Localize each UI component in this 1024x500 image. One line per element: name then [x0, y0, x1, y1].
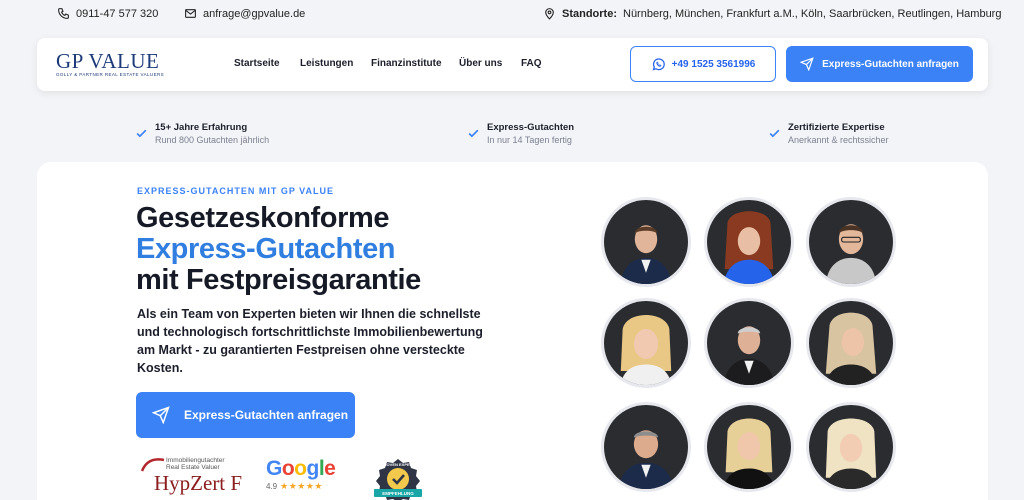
team-member-avatar: [601, 298, 691, 388]
hero-headline: Gesetzeskonforme Express-Gutachten mit F…: [136, 203, 421, 296]
nav-leistungen[interactable]: Leistungen: [300, 58, 353, 69]
headline-line-2: Express-Gutachten: [136, 233, 396, 265]
headline-line-1: Gesetzeskonforme: [136, 202, 390, 234]
headline-line-3: mit Festpreisgarantie: [136, 264, 421, 296]
mail-icon: [185, 9, 196, 18]
team-member-avatar: [806, 197, 896, 287]
check-icon: [136, 129, 147, 138]
feature-subtitle: Rund 800 Gutachten jährlich: [155, 135, 270, 145]
check-icon: [468, 129, 479, 138]
team-member-avatar: [704, 298, 794, 388]
contact-email[interactable]: anfrage@gpvalue.de: [184, 7, 305, 20]
hero-cta-button[interactable]: Express-Gutachten anfragen: [136, 392, 355, 438]
hero-lead: Als ein Team von Experten bieten wir Ihn…: [137, 307, 483, 375]
header-cta-button[interactable]: Express-Gutachten anfragen: [786, 46, 973, 82]
nav-ueber-uns[interactable]: Über uns: [459, 58, 502, 69]
locations-list: Nürnberg, München, Frankfurt a.M., Köln,…: [623, 7, 1002, 20]
contact-phone-text: 0911-47 577 320: [76, 7, 159, 20]
nav-finanzinstitute[interactable]: Finanzinstitute: [371, 58, 442, 69]
hypzert-line-1: Immobiliengutachter: [166, 457, 225, 464]
team-member-avatar: [601, 402, 691, 492]
feature-title: Express-Gutachten: [487, 122, 575, 133]
team-member-avatar: [806, 402, 896, 492]
feature-subtitle: In nur 14 Tagen fertig: [487, 135, 572, 145]
whatsapp-phone-button[interactable]: +49 1525 3561996: [630, 46, 776, 82]
check-icon: [769, 129, 780, 138]
hero-cta-label: Express-Gutachten anfragen: [184, 408, 349, 422]
logo-text: GP VALUE: [56, 49, 160, 73]
nav-faq[interactable]: FAQ: [521, 58, 542, 69]
hypzert-subtitle: Immobiliengutachter Real Estate Valuer: [166, 457, 225, 471]
contact-email-text: anfrage@gpvalue.de: [203, 7, 306, 20]
hypzert-line-2: Real Estate Valuer: [166, 464, 220, 471]
site-header: GP VALUE GOLLY & PARTNER REAL ESTATE VAL…: [37, 38, 988, 91]
feature-certified: Zertifizierte Expertise Anerkannt & rech…: [768, 122, 889, 147]
provenexpert-ribbon-text: EMPFEHLUNG: [382, 491, 414, 496]
feature-subtitle: Anerkannt & rechtssicher: [788, 135, 889, 145]
hypzert-name: HypZert F: [154, 471, 243, 495]
paper-plane-icon: [800, 57, 814, 71]
contact-phone[interactable]: 0911-47 577 320: [57, 7, 158, 20]
whatsapp-phone-label: +49 1525 3561996: [671, 58, 756, 70]
provenexpert-badge: EMPFEHLUNG PROVEN EXPERT: [370, 457, 426, 500]
phone-icon: [58, 8, 69, 19]
hypzert-badge: Immobiliengutachter Real Estate Valuer H…: [140, 457, 243, 497]
google-rating-value: 4.9: [266, 482, 278, 491]
feature-experience: 15+ Jahre Erfahrung Rund 800 Gutachten j…: [135, 122, 269, 147]
provenexpert-seal-icon: EMPFEHLUNG PROVEN EXPERT: [374, 459, 422, 500]
location-pin-icon: [545, 8, 554, 20]
paper-plane-icon: [152, 406, 170, 424]
team-member-avatar: [704, 402, 794, 492]
hero-eyebrow: EXPRESS-GUTACHTEN MIT GP VALUE: [137, 186, 335, 196]
team-member-avatar: [806, 298, 896, 388]
whatsapp-icon: [652, 57, 665, 70]
logo-subtitle: GOLLY & PARTNER REAL ESTATE VALUERS: [56, 72, 165, 77]
feature-express: Express-Gutachten In nur 14 Tagen fertig: [467, 122, 574, 147]
team-member-avatar: [704, 197, 794, 287]
google-rating-badge: Google 4.9 ★★★★★: [266, 458, 341, 498]
feature-title: 15+ Jahre Erfahrung: [155, 122, 248, 133]
locations-label: Standorte:: [562, 7, 617, 20]
hero-section: EXPRESS-GUTACHTEN MIT GP VALUE Gesetzesk…: [37, 162, 988, 500]
google-logo: Google: [266, 457, 336, 480]
feature-title: Zertifizierte Expertise: [788, 122, 885, 133]
logo[interactable]: GP VALUE GOLLY & PARTNER REAL ESTATE VAL…: [56, 51, 176, 79]
locations: Standorte: Nürnberg, München, Frankfurt …: [543, 7, 1001, 20]
google-rating: 4.9 ★★★★★: [266, 481, 341, 492]
header-cta-label: Express-Gutachten anfragen: [822, 58, 959, 70]
team-member-avatar: [601, 197, 691, 287]
contact-bar: 0911-47 577 320 anfrage@gpvalue.de Stand…: [0, 0, 1024, 30]
nav-startseite[interactable]: Startseite: [234, 58, 280, 69]
star-rating-icon: ★★★★★: [280, 481, 323, 491]
provenexpert-top-text: PROVEN EXPERT: [381, 462, 416, 467]
